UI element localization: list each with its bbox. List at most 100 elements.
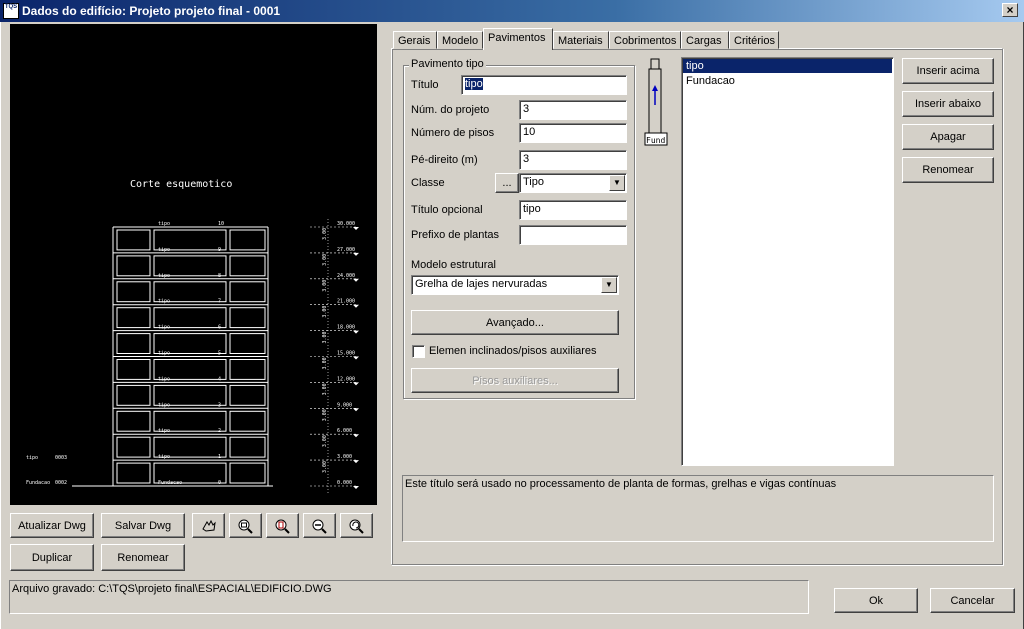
- zoom-previous-button[interactable]: [340, 513, 373, 538]
- span-label: 3.00: [322, 383, 328, 395]
- list-item[interactable]: Fundacao: [683, 74, 892, 88]
- ok-button[interactable]: Ok: [834, 588, 918, 613]
- list-item[interactable]: tipo: [683, 59, 892, 73]
- close-button[interactable]: ×: [1002, 3, 1018, 17]
- left-label-code: 0002: [55, 480, 67, 486]
- elevation-marker: [353, 460, 359, 464]
- renomear-dwg-button[interactable]: Renomear: [101, 544, 185, 571]
- section-floor-name: tipo: [158, 273, 170, 279]
- inserir-acima-button[interactable]: Inserir acima: [902, 58, 994, 84]
- pe-direito-label: Pé-direito (m): [411, 154, 478, 166]
- section-room-left: [116, 410, 151, 432]
- num-pisos-label: Número de pisos: [411, 127, 495, 139]
- zoom-out-button[interactable]: [303, 513, 336, 538]
- tab-gerais[interactable]: Gerais: [393, 31, 437, 49]
- floor-list[interactable]: tipo Fundacao: [681, 57, 894, 466]
- num-projeto-label: Núm. do projeto: [411, 104, 490, 116]
- status-text: Arquivo gravado: C:\TQS\projeto final\ES…: [9, 580, 809, 614]
- tab-cargas[interactable]: Cargas: [681, 31, 729, 49]
- num-projeto-input[interactable]: 3: [519, 100, 627, 120]
- pisos-auxiliares-button[interactable]: Pisos auxiliares...: [411, 368, 619, 393]
- titulo-opcional-label: Título opcional: [411, 204, 483, 216]
- zoom-extents-button[interactable]: [266, 513, 299, 538]
- zoom-extents-icon: [275, 519, 290, 534]
- span-label: 3.00: [322, 435, 328, 447]
- prefixo-label: Prefixo de plantas: [411, 229, 500, 241]
- span-label: 3.00: [322, 357, 328, 369]
- section-floor-name: tipo: [158, 351, 170, 357]
- help-text: Este título será usado no processamento …: [402, 475, 994, 542]
- prefixo-input[interactable]: [519, 225, 627, 245]
- tab-materiais[interactable]: Materiais: [553, 31, 609, 49]
- tab-pavimentos[interactable]: Pavimentos: [483, 28, 553, 50]
- section-room-right: [229, 307, 266, 329]
- section-floor-name: tipo: [158, 454, 170, 460]
- zoom-window-icon: [238, 519, 253, 534]
- elem-inclinados-label: Elemen inclinados/pisos auxiliares: [429, 345, 597, 357]
- zoom-previous-icon: [349, 519, 364, 534]
- mini-building-label: Fund: [646, 136, 665, 145]
- section-floor-number: 6: [218, 325, 221, 331]
- left-label-name: Fundacao: [26, 480, 50, 486]
- elevation-marker: [353, 304, 359, 308]
- chevron-down-icon: ▼: [609, 175, 625, 191]
- elevation-label: 3.000: [337, 454, 352, 460]
- zoom-window-button[interactable]: [229, 513, 262, 538]
- app-icon-text: TQS: [4, 4, 18, 10]
- section-floor-number: 1: [218, 454, 221, 460]
- atualizar-dwg-button[interactable]: Atualizar Dwg: [10, 513, 94, 538]
- elem-inclinados-checkbox[interactable]: [412, 345, 425, 358]
- section-floor-number: 0: [218, 480, 221, 486]
- elevation-label: 18.000: [337, 325, 355, 331]
- section-floor-number: 8: [218, 273, 221, 279]
- pan-button[interactable]: [192, 513, 225, 538]
- classe-browse-button[interactable]: ...: [495, 173, 519, 193]
- modelo-value: Grelha de lajes nervuradas: [415, 278, 548, 290]
- elevation-marker: [353, 252, 359, 256]
- elevation-marker: [353, 486, 359, 489]
- duplicar-button[interactable]: Duplicar: [10, 544, 94, 571]
- tab-criterios[interactable]: Critérios: [729, 31, 779, 49]
- section-floor-name: tipo: [158, 402, 170, 408]
- titulo-opcional-input[interactable]: tipo: [519, 200, 627, 220]
- span-label: 3.00: [322, 228, 328, 240]
- tab-cobrimentos[interactable]: Cobrimentos: [609, 31, 681, 49]
- num-pisos-input[interactable]: 10: [519, 123, 627, 143]
- modelo-estrutural-label: Modelo estrutural: [411, 259, 496, 271]
- elevation-label: 0.000: [337, 480, 352, 486]
- section-room-right: [229, 281, 266, 303]
- close-icon: ×: [1006, 3, 1014, 17]
- pe-direito-input[interactable]: 3: [519, 150, 627, 170]
- elevation-marker: [353, 278, 359, 282]
- section-room-left: [116, 229, 151, 251]
- section-floor-name: tipo: [158, 221, 170, 227]
- renomear-floor-button[interactable]: Renomear: [902, 157, 994, 183]
- section-room-left: [116, 255, 151, 277]
- elevation-marker: [353, 356, 359, 360]
- classe-select[interactable]: Tipo ▼: [519, 173, 627, 193]
- chevron-down-icon: ▼: [601, 277, 617, 293]
- zoom-out-icon: [312, 519, 327, 534]
- titulo-input[interactable]: tipo: [461, 75, 627, 95]
- title-bar: TQS Dados do edifício: Projeto projeto f…: [0, 0, 1024, 22]
- section-room-left: [116, 436, 151, 458]
- section-room-right: [229, 410, 266, 432]
- section-room-left: [116, 281, 151, 303]
- modelo-estrutural-select[interactable]: Grelha de lajes nervuradas ▼: [411, 275, 619, 295]
- salvar-dwg-button[interactable]: Salvar Dwg: [101, 513, 185, 538]
- span-label: 3.00: [322, 280, 328, 292]
- section-room-right: [229, 359, 266, 380]
- cancel-button[interactable]: Cancelar: [930, 588, 1015, 613]
- elevation-marker: [353, 382, 359, 386]
- apagar-button[interactable]: Apagar: [902, 124, 994, 150]
- avancado-button[interactable]: Avançado...: [411, 310, 619, 335]
- section-floor-number: 9: [218, 247, 221, 253]
- section-floor-number: 3: [218, 402, 221, 408]
- section-room-left: [116, 359, 151, 380]
- section-room-right: [229, 436, 266, 458]
- section-floor-number: 7: [218, 299, 221, 305]
- tab-modelo[interactable]: Modelo: [437, 31, 483, 49]
- inserir-abaixo-button[interactable]: Inserir abaixo: [902, 91, 994, 117]
- section-room-right: [229, 333, 266, 355]
- classe-value: Tipo: [523, 176, 544, 188]
